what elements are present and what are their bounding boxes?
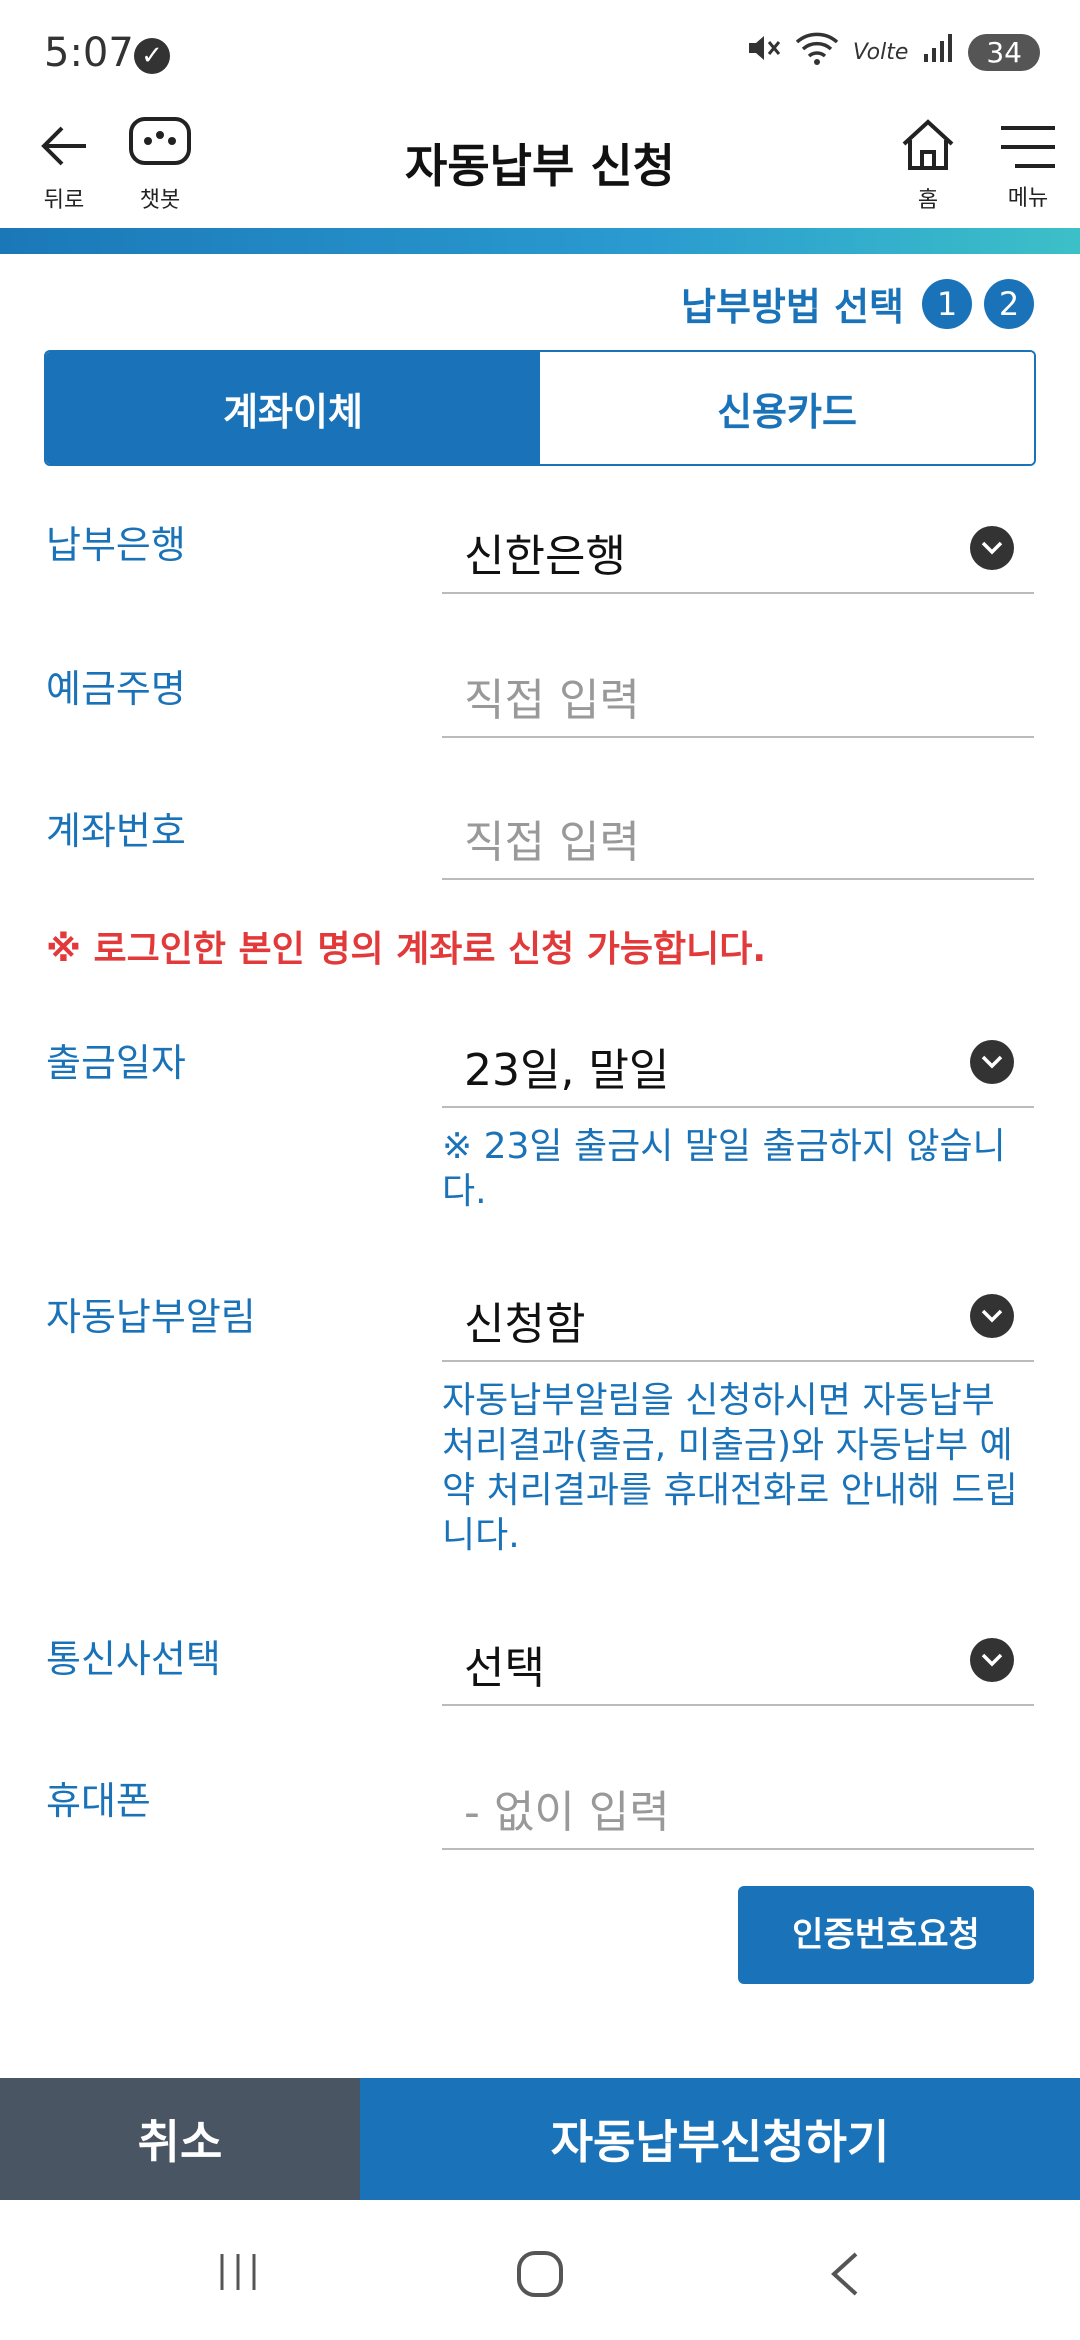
back-nav-icon[interactable] — [826, 2250, 862, 2298]
withdraw-date-select[interactable]: 23일, 말일 — [442, 1016, 1034, 1108]
withdraw-date-value: 23일, 말일 — [464, 1045, 670, 1096]
mute-icon — [745, 30, 781, 74]
recent-apps-icon[interactable] — [216, 2250, 260, 2294]
phone-label: 휴대폰 — [46, 1779, 151, 1823]
chevron-down-icon — [970, 1294, 1014, 1338]
bank-value: 신한은행 — [464, 531, 626, 582]
holder-placeholder: 직접 입력 — [464, 675, 640, 726]
carrier-select[interactable]: 선택 — [442, 1614, 1034, 1706]
home-button[interactable]: 홈 — [898, 118, 958, 214]
chevron-down-icon — [970, 526, 1014, 570]
battery-indicator: 34 — [968, 33, 1040, 71]
tab-credit-card[interactable]: 신용카드 — [540, 352, 1034, 464]
bank-label: 납부은행 — [46, 523, 186, 567]
volte-label: Volte — [852, 39, 909, 65]
withdraw-date-label: 출금일자 — [46, 1041, 186, 1085]
home-label: 홈 — [917, 188, 939, 213]
cancel-button[interactable]: 취소 — [0, 2078, 360, 2200]
chevron-down-icon — [970, 1040, 1014, 1084]
bottom-action-bar: 취소 자동납부신청하기 — [0, 2078, 1080, 2200]
payment-method-tabs: 계좌이체 신용카드 — [44, 350, 1036, 466]
account-number-input[interactable]: 직접 입력 — [442, 788, 1034, 880]
login-account-warning: ※ 로그인한 본인 명의 계좌로 신청 가능합니다. — [46, 929, 767, 970]
app-header: 뒤로 챗봇 자동납부 신청 홈 메뉴 — [0, 110, 1080, 230]
notify-note: 자동납부알림을 신청하시면 자동납부 처리결과(출금, 미출금)와 자동납부 예… — [442, 1380, 1018, 1556]
withdraw-date-note: ※ 23일 출금시 말일 출금하지 않습니다. — [442, 1126, 1006, 1212]
menu-button[interactable]: 메뉴 — [998, 124, 1058, 212]
step-indicator: 납부방법 선택 1 2 — [681, 276, 1034, 331]
chevron-down-icon — [970, 1638, 1014, 1682]
notify-select[interactable]: 신청함 — [442, 1270, 1034, 1362]
check-icon: ✓ — [134, 38, 170, 74]
header-accent-bar — [0, 228, 1080, 254]
home-nav-icon[interactable] — [516, 2250, 564, 2298]
phone-placeholder: - 없이 입력 — [464, 1787, 670, 1838]
request-verification-button[interactable]: 인증번호요청 — [738, 1886, 1034, 1984]
account-placeholder: 직접 입력 — [464, 817, 640, 868]
bank-select[interactable]: 신한은행 — [442, 502, 1034, 594]
menu-label: 메뉴 — [1007, 186, 1049, 211]
signal-icon — [922, 32, 954, 72]
wifi-icon — [795, 30, 839, 74]
step-2-badge: 2 — [984, 278, 1034, 329]
carrier-label: 통신사선택 — [46, 1637, 221, 1681]
holder-label: 예금주명 — [46, 667, 186, 711]
status-icons: Volte 34 — [745, 30, 1040, 74]
tab-bank-transfer[interactable]: 계좌이체 — [46, 352, 540, 464]
home-icon — [902, 119, 954, 170]
system-nav-bar — [0, 2200, 1080, 2340]
notify-label: 자동납부알림 — [46, 1295, 256, 1339]
step-title: 납부방법 선택 — [681, 285, 904, 329]
carrier-value: 선택 — [464, 1643, 545, 1694]
phone-input[interactable]: - 없이 입력 — [442, 1758, 1034, 1850]
holder-name-input[interactable]: 직접 입력 — [442, 646, 1034, 738]
menu-icon — [1001, 126, 1055, 168]
notify-value: 신청함 — [464, 1299, 586, 1350]
account-label: 계좌번호 — [46, 809, 186, 853]
step-1-badge: 1 — [922, 278, 972, 329]
status-time: 5:07 — [44, 30, 134, 76]
submit-autopay-button[interactable]: 자동납부신청하기 — [360, 2078, 1080, 2200]
status-bar: 5:07 ✓ Volte 34 — [0, 0, 1080, 110]
